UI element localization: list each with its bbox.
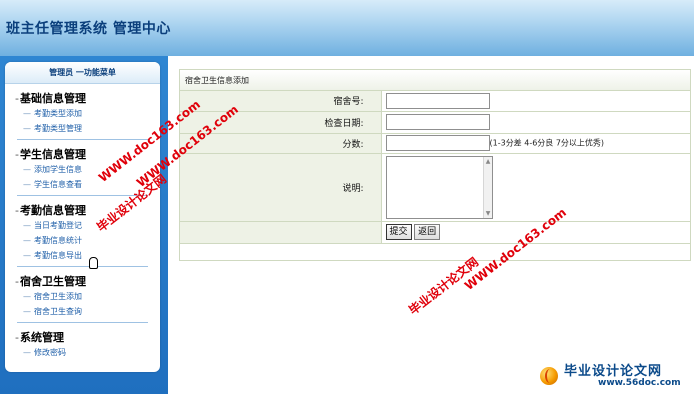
app-title: 班主任管理系统 管理中心: [6, 21, 171, 37]
menu-item-attendance-type-add[interactable]: — 考勤类型添加: [17, 106, 160, 121]
menu-group-system: -系统管理 — 修改密码: [5, 329, 160, 360]
textarea-scrollbar[interactable]: ▲ ▼: [482, 156, 492, 218]
menu-divider: [17, 266, 148, 267]
dorm-no-label: 宿舍号:: [180, 91, 382, 112]
menu-item-attendance-stats[interactable]: — 考勤信息统计: [17, 233, 160, 248]
remark-textarea[interactable]: ▲ ▼: [385, 155, 493, 219]
sidebar-menu: 管理员 一功能菜单 -基础信息管理 — 考勤类型添加 — 考勤类型管理 -学生信息管…: [5, 62, 160, 372]
menu-item-daily-attendance[interactable]: — 当日考勤登记: [17, 218, 160, 233]
dorm-hygiene-form-panel: 宿舍卫生信息添加 宿舍号: 检查日期: 分数: (1-3分差 4-6分良 7分以…: [179, 69, 691, 261]
menu-group-dorm-hygiene: -宿舍卫生管理 — 宿舍卫生添加 — 宿舍卫生查询: [5, 273, 160, 319]
score-input[interactable]: [385, 135, 490, 151]
form-row-remark: 说明: ▲ ▼: [180, 153, 690, 222]
menu-group-title[interactable]: -基础信息管理: [15, 90, 160, 106]
logo-url: www.56doc.com: [598, 378, 681, 388]
menu-divider: [17, 139, 148, 140]
menu-item-dorm-hygiene-query[interactable]: — 宿舍卫生查询: [17, 304, 160, 319]
submit-button[interactable]: 提交: [385, 224, 412, 240]
form-row-check-date: 检查日期:: [180, 111, 690, 134]
menu-group-title[interactable]: -系统管理: [15, 329, 160, 345]
menu-group-attendance: -考勤信息管理 — 当日考勤登记 — 考勤信息统计 — 考勤信息导出: [5, 202, 160, 263]
menu-item-dorm-hygiene-add[interactable]: — 宿舍卫生添加: [17, 289, 160, 304]
site-logo: 毕业设计论文网 www.56doc.com: [540, 360, 690, 390]
remark-label: 说明:: [180, 153, 382, 222]
logo-name: 毕业设计论文网: [564, 364, 663, 379]
menu-item-attendance-type-manage[interactable]: — 考勤类型管理: [17, 121, 160, 136]
menu-item-change-password[interactable]: — 修改密码: [17, 345, 160, 360]
menu-group-title[interactable]: -宿舍卫生管理: [15, 273, 160, 289]
check-date-input[interactable]: [385, 114, 490, 130]
form-row-dorm-no: 宿舍号:: [180, 91, 690, 112]
form-table: 宿舍号: 检查日期: 分数: (1-3分差 4-6分良 7分以上优秀) 说明: …: [180, 91, 690, 244]
score-hint: (1-3分差 4-6分良 7分以上优秀): [489, 138, 605, 148]
sidebar-title: 管理员 一功能菜单: [5, 62, 160, 84]
form-heading: 宿舍卫生信息添加: [180, 70, 690, 91]
app-header: 班主任管理系统 管理中心: [0, 0, 694, 56]
menu-divider: [17, 322, 148, 323]
hand-pointer-icon: [89, 257, 98, 269]
form-row-score: 分数: (1-3分差 4-6分良 7分以上优秀): [180, 133, 690, 154]
back-button[interactable]: 返回: [414, 224, 441, 240]
scroll-up-arrow-icon[interactable]: ▲: [485, 158, 492, 165]
scroll-down-arrow-icon[interactable]: ▼: [485, 210, 492, 217]
menu-group-basic-info: -基础信息管理 — 考勤类型添加 — 考勤类型管理: [5, 90, 160, 136]
logo-ball-icon: [540, 367, 558, 385]
dorm-no-input[interactable]: [385, 92, 490, 109]
form-row-actions: 提交 返回: [180, 221, 690, 244]
